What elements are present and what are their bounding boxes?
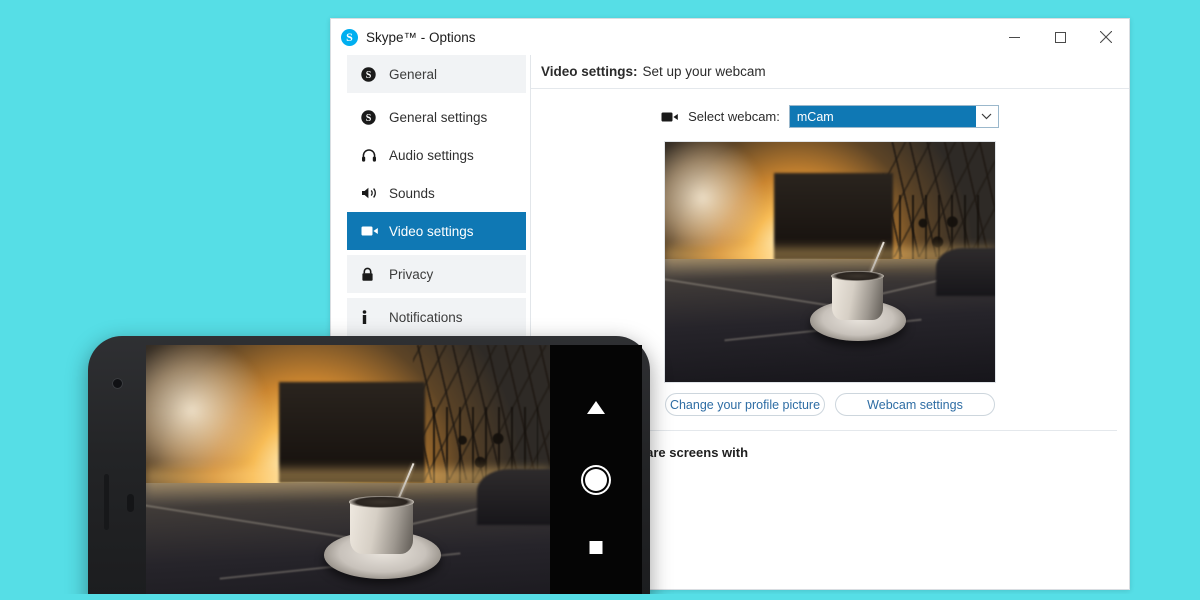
volume-rocker-icon[interactable] [104, 474, 109, 530]
skype-icon: S [361, 109, 383, 125]
preview-cup [350, 500, 413, 554]
preview-cup [831, 274, 883, 320]
sidebar-item-label: General [389, 66, 438, 82]
desktop-background-strip [0, 594, 1200, 600]
skype-icon: S [361, 66, 383, 82]
phone-camera-controls [550, 345, 642, 600]
sidebar-item-general[interactable]: S General [347, 55, 526, 93]
info-icon [361, 309, 383, 325]
headset-icon [361, 148, 383, 163]
svg-text:S: S [366, 113, 372, 124]
change-profile-picture-button[interactable]: Change your profile picture [665, 393, 825, 416]
webcam-select-dropdown[interactable]: mCam [788, 105, 999, 128]
sidebar-item-sounds[interactable]: Sounds [347, 174, 526, 212]
preview-chair [477, 469, 550, 526]
content-header: Video settings: Set up your webcam [531, 55, 1129, 89]
phone-device [88, 336, 650, 600]
sidebar-item-privacy[interactable]: Privacy [347, 255, 526, 293]
video-camera-icon [661, 111, 679, 123]
sidebar-item-label: Audio settings [389, 147, 474, 163]
webcam-preview-image [665, 142, 995, 382]
webcam-settings-button[interactable]: Webcam settings [835, 393, 995, 416]
content-header-subtitle: Set up your webcam [642, 64, 766, 79]
sidebar-item-notifications[interactable]: Notifications [347, 298, 526, 336]
sidebar-item-label: Notifications [389, 309, 463, 325]
shutter-circle-icon[interactable] [585, 469, 607, 491]
speaker-icon [361, 186, 383, 200]
video-camera-icon [361, 225, 383, 237]
window-titlebar: S Skype™ - Options [331, 19, 1129, 55]
sidebar-item-video-settings[interactable]: Video settings [347, 212, 526, 250]
phone-camera-viewfinder [146, 345, 550, 600]
minimize-icon[interactable] [991, 19, 1037, 55]
preview-building [279, 381, 425, 484]
chevron-down-icon[interactable] [976, 113, 998, 120]
webcam-selected-value: mCam [789, 106, 976, 127]
content-header-title: Video settings: [541, 64, 638, 79]
sidebar-item-label: General settings [389, 109, 488, 125]
window-controls [991, 19, 1129, 55]
webcam-preview [664, 141, 996, 383]
sidebar-item-label: Video settings [389, 223, 474, 239]
sidebar-item-general-settings[interactable]: S General settings [347, 98, 526, 136]
triangle-up-icon[interactable] [587, 401, 605, 414]
preview-tree-left [665, 142, 764, 248]
camera-lens-icon [112, 378, 123, 389]
preview-cup-rim [349, 496, 414, 508]
preview-tree-left [146, 345, 268, 470]
power-button-icon[interactable] [127, 494, 134, 512]
phone-preview-image [146, 345, 550, 600]
webcam-select-label: Select webcam: [688, 109, 780, 124]
sidebar-item-audio-settings[interactable]: Audio settings [347, 136, 526, 174]
window-title: Skype™ - Options [366, 29, 476, 45]
skype-icon: S [341, 28, 358, 46]
stop-square-icon[interactable] [589, 541, 603, 554]
preview-chair [935, 247, 995, 296]
maximize-icon[interactable] [1037, 19, 1083, 55]
phone-screen [146, 345, 642, 600]
close-icon[interactable] [1083, 19, 1129, 55]
sidebar-item-label: Privacy [389, 266, 434, 282]
lock-icon [361, 267, 383, 282]
webcam-select-row: Select webcam: mCam [531, 105, 1129, 128]
svg-text:S: S [366, 70, 372, 81]
preview-cup-rim [830, 270, 884, 281]
sidebar-item-label: Sounds [389, 185, 435, 201]
